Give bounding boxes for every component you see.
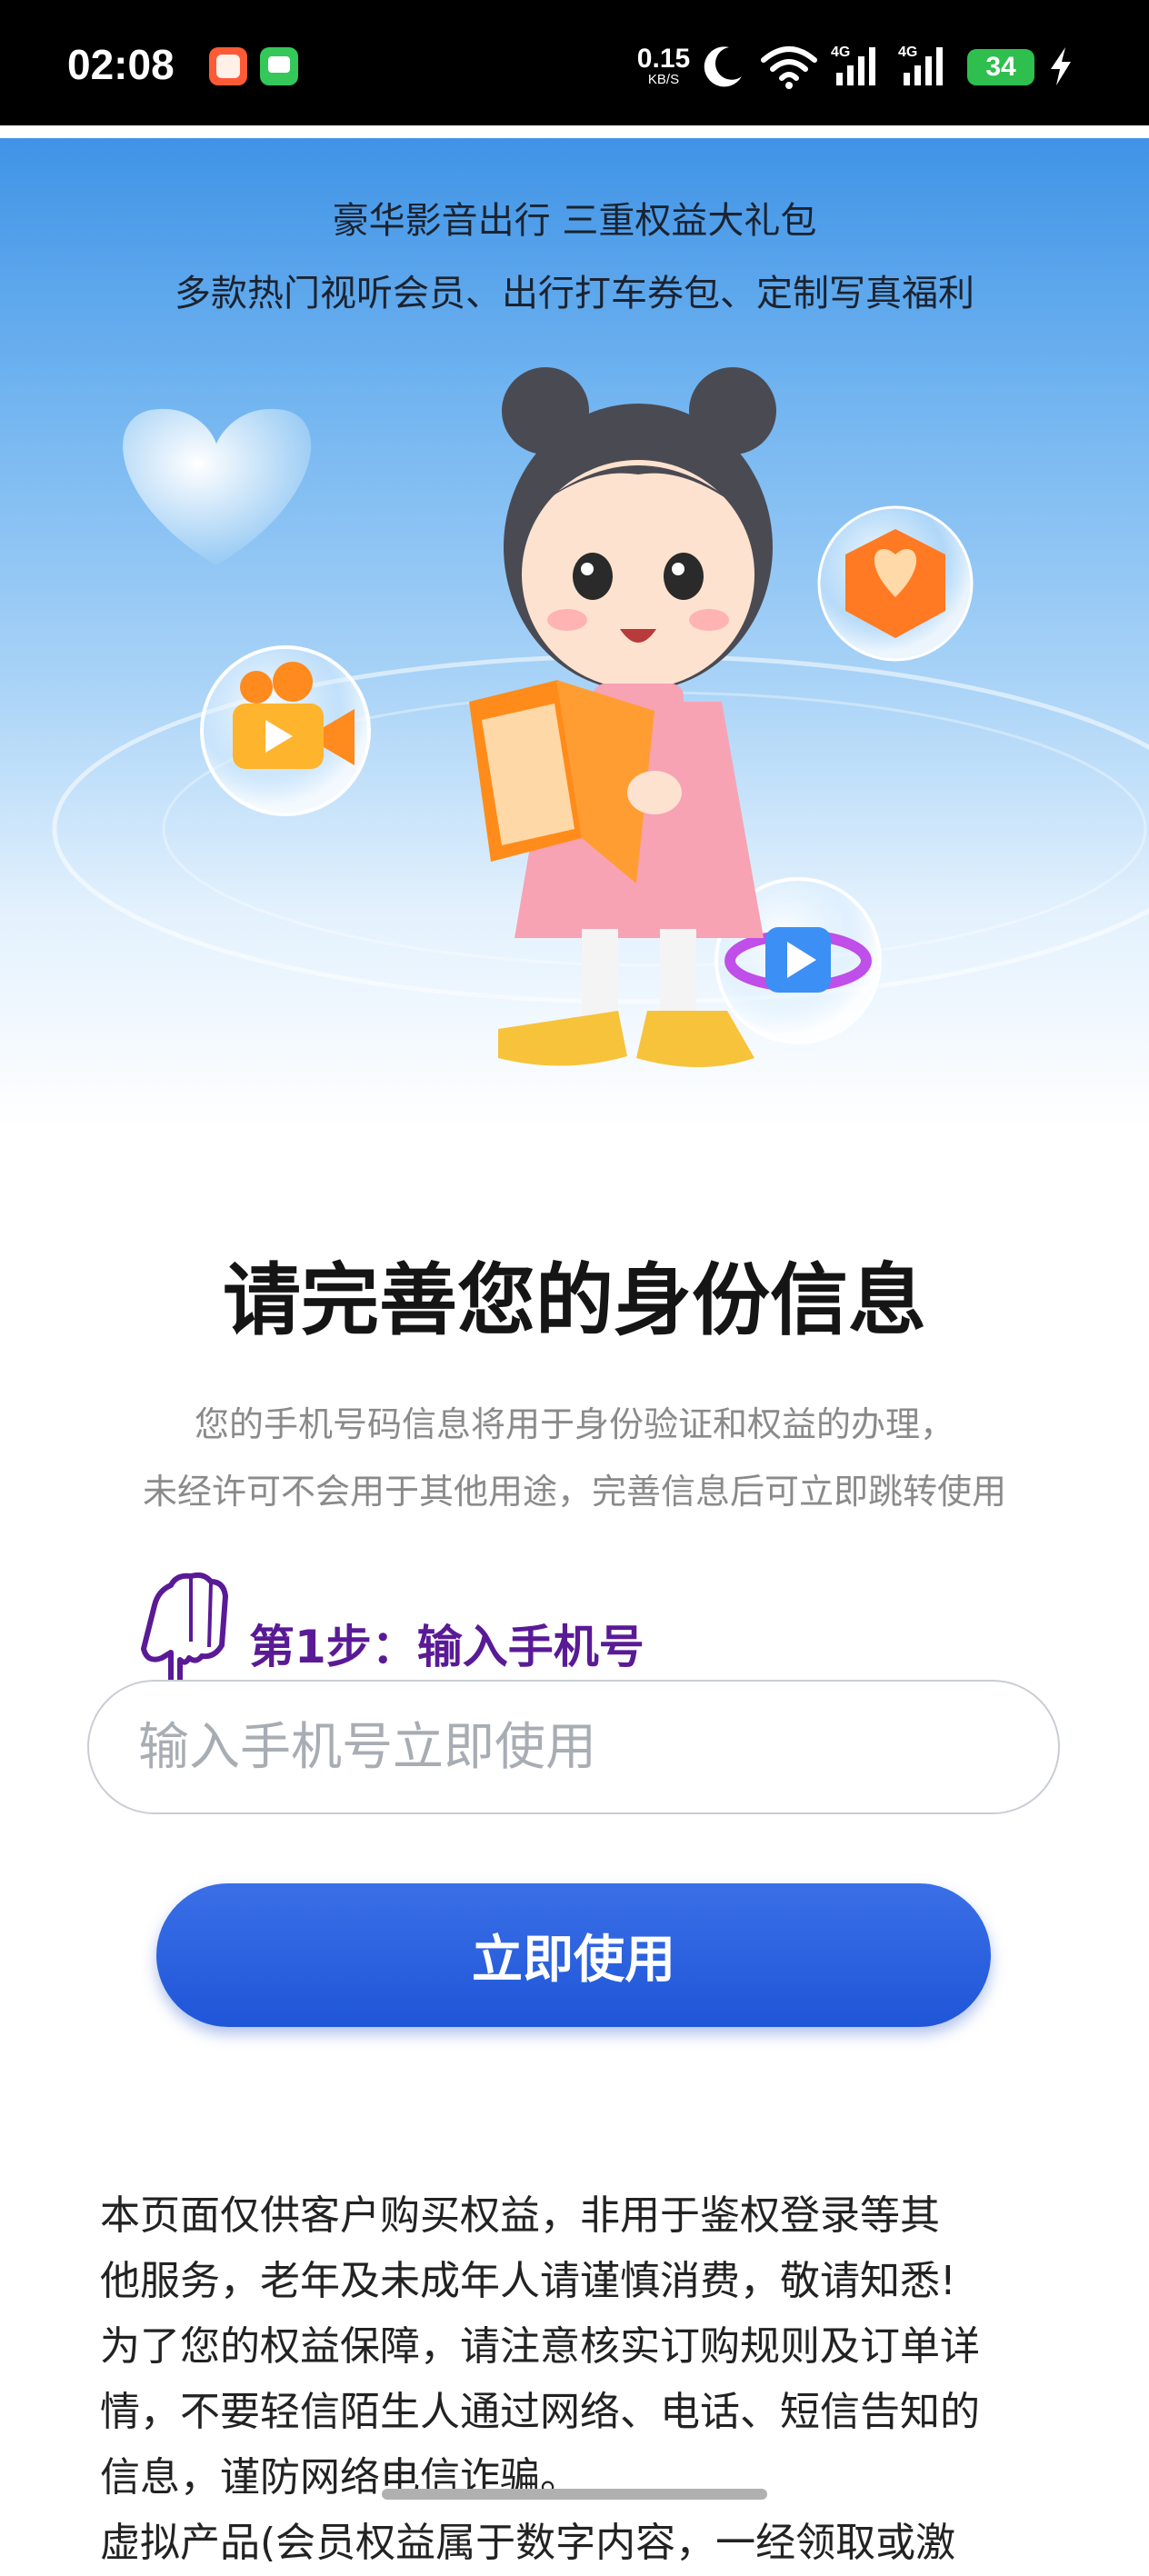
badge-bubble: [817, 505, 974, 662]
notice-line: 信息，谨防网络电信诈骗。: [100, 2454, 580, 2501]
notice-line: 虚拟产品(会员权益属于数字内容，一经领取或激: [100, 2520, 956, 2566]
network-speed-unit: KB/S: [647, 72, 680, 87]
taobao-app-icon: [209, 47, 247, 85]
notice-line: 本页面仅供客户购买权益，非用于鉴权登录等其: [100, 2192, 940, 2239]
moon-icon: [704, 46, 742, 87]
notice-text: 本页面仅供客户购买权益，非用于鉴权登录等其 他服务，老年及未成年人请谨慎消费，敬…: [100, 2183, 1064, 2576]
status-time: 02:08: [67, 41, 175, 88]
signal-icon: 4G: [831, 45, 875, 85]
phone-input[interactable]: [87, 1680, 1060, 1814]
status-bar: 02:08 0.15 KB/S 4G 4G 34: [0, 0, 1149, 125]
step-label: 第1步：输入手机号: [249, 1621, 644, 1673]
notice-line: 情，不要轻信陌生人通过网络、电话、短信告知的: [100, 2389, 980, 2435]
heart-icon: [123, 408, 312, 565]
notice-line: 为了您的权益保障，请注意核实订购规则及订单详: [100, 2323, 980, 2370]
page-title: 请完善您的身份信息: [223, 1255, 926, 1346]
home-indicator[interactable]: [382, 2489, 767, 2500]
hero-banner: 豪华影音出行 三重权益大礼包 多款热门视听会员、出行打车券包、定制写真福利: [0, 138, 1149, 1129]
signal-type-label: 4G: [898, 45, 917, 60]
message-app-icon: [260, 47, 298, 85]
video-camera-bubble: [200, 645, 371, 816]
status-divider: [0, 125, 1149, 138]
signal-type-label: 4G: [831, 45, 850, 60]
network-speed-value: 0.15: [636, 44, 691, 74]
wifi-icon: [761, 46, 817, 89]
charging-icon: [1051, 47, 1071, 85]
description-line-2: 未经许可不会用于其他用途，完善信息后可立即跳转使用: [142, 1472, 1006, 1512]
hero-headline: 豪华影音出行 三重权益大礼包: [332, 200, 817, 242]
use-now-button[interactable]: 立即使用: [156, 1883, 991, 2027]
signal-icon: 4G: [898, 45, 943, 85]
description-line-1: 您的手机号码信息将用于身份验证和权益的办理，: [194, 1404, 954, 1444]
network-speed: 0.15 KB/S: [636, 45, 691, 87]
battery-icon: 34: [967, 49, 1034, 85]
hero-subheadline: 多款热门视听会员、出行打车券包、定制写真福利: [175, 273, 974, 315]
notice-line: 他服务，老年及未成年人请谨慎消费，敬请知悉!: [100, 2258, 956, 2304]
